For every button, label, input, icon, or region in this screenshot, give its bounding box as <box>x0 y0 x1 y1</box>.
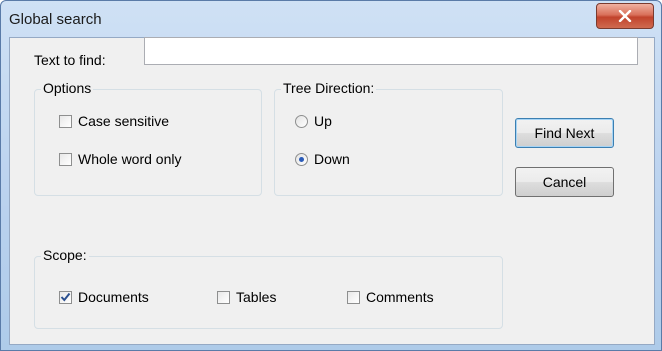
window-title: Global search <box>9 11 102 28</box>
tables-label: Tables <box>236 289 277 305</box>
close-button[interactable] <box>596 3 654 29</box>
cancel-button[interactable]: Cancel <box>515 167 614 197</box>
documents-checkbox[interactable]: Documents <box>59 289 149 305</box>
dialog-body: Text to find: Options Case sensitive Who… <box>9 37 655 345</box>
title-bar[interactable]: Global search <box>1 1 661 37</box>
whole-word-checkbox[interactable]: Whole word only <box>59 151 182 167</box>
comments-checkbox[interactable]: Comments <box>347 289 434 305</box>
case-sensitive-checkbox[interactable]: Case sensitive <box>59 113 169 129</box>
text-to-find-input[interactable] <box>144 37 638 65</box>
checkmark-icon <box>60 292 71 302</box>
tables-box[interactable] <box>217 290 230 304</box>
down-radio-circle[interactable] <box>295 152 308 166</box>
close-icon <box>618 10 632 22</box>
comments-label: Comments <box>366 289 434 305</box>
case-sensitive-box[interactable] <box>59 114 72 128</box>
tree-direction-group-title: Tree Direction: <box>281 80 377 96</box>
scope-group-title: Scope: <box>41 247 89 263</box>
whole-word-box[interactable] <box>59 152 72 166</box>
documents-box[interactable] <box>59 290 72 304</box>
up-label: Up <box>314 113 332 129</box>
tables-checkbox[interactable]: Tables <box>217 289 276 305</box>
options-group-title: Options <box>41 80 94 96</box>
scope-group: Scope: Documents Tables Comments <box>34 247 503 329</box>
radio-selected-dot <box>299 156 304 162</box>
up-radio-circle[interactable] <box>295 114 308 128</box>
case-sensitive-label: Case sensitive <box>78 113 170 129</box>
comments-box[interactable] <box>347 290 360 304</box>
documents-label: Documents <box>78 289 149 305</box>
find-next-button[interactable]: Find Next <box>515 118 614 148</box>
direction-down-radio[interactable]: Down <box>295 151 350 167</box>
down-label: Down <box>314 151 350 167</box>
whole-word-label: Whole word only <box>78 151 182 167</box>
global-search-dialog: Global search Text to find: Options Case… <box>0 0 662 351</box>
text-to-find-label: Text to find: <box>34 52 106 68</box>
tree-direction-group: Tree Direction: Up Down <box>274 80 503 196</box>
options-group: Options Case sensitive Whole word only <box>34 80 262 196</box>
direction-up-radio[interactable]: Up <box>295 113 332 129</box>
